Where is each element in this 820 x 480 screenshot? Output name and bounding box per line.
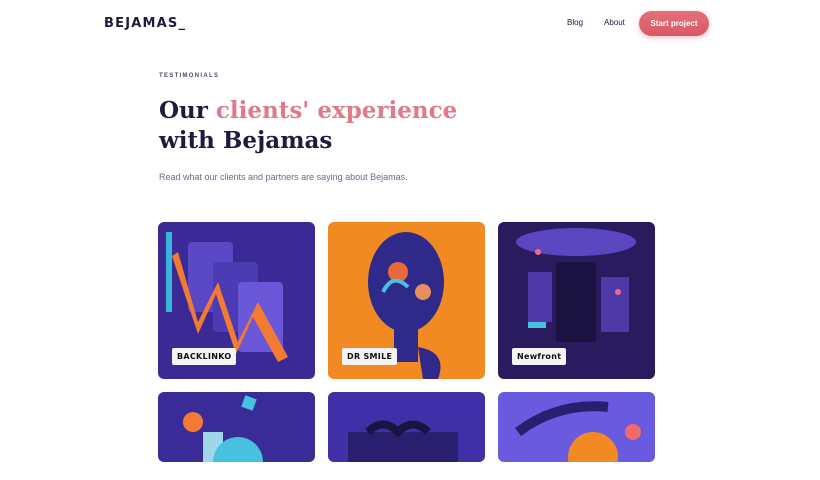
testimonial-card-drsmile[interactable]: DR SMILE <box>328 222 485 379</box>
title-accent: clients' experience <box>215 97 458 124</box>
card-badge-backlinko: BACKLINKO <box>172 348 237 365</box>
bejamas-logo[interactable]: BEJAMAS_ <box>104 16 186 31</box>
testimonial-card-newfront[interactable]: Newfront <box>498 222 655 379</box>
card-badge-drsmile: DR SMILE <box>342 348 398 365</box>
nav-link-about[interactable]: About <box>604 18 625 27</box>
testimonial-card-backlinko[interactable]: BACKLINKO <box>158 222 315 379</box>
nav-link-blog[interactable]: Blog <box>567 18 583 27</box>
card-illustration <box>328 392 485 462</box>
testimonial-card[interactable] <box>158 392 315 462</box>
title-part-1: Our <box>159 97 216 124</box>
page-title: Our clients' experience with Bejamas <box>159 96 479 156</box>
title-part-2: with Bejamas <box>159 127 333 154</box>
testimonial-card[interactable] <box>498 392 655 462</box>
card-illustration <box>498 392 655 462</box>
section-eyebrow: TESTIMONIALS <box>159 73 220 79</box>
testimonial-card[interactable] <box>328 392 485 462</box>
start-project-button[interactable]: Start project <box>639 11 709 36</box>
card-illustration <box>158 392 315 462</box>
page-subtitle: Read what our clients and partners are s… <box>159 172 408 182</box>
card-badge-newfront: Newfront <box>512 348 567 365</box>
